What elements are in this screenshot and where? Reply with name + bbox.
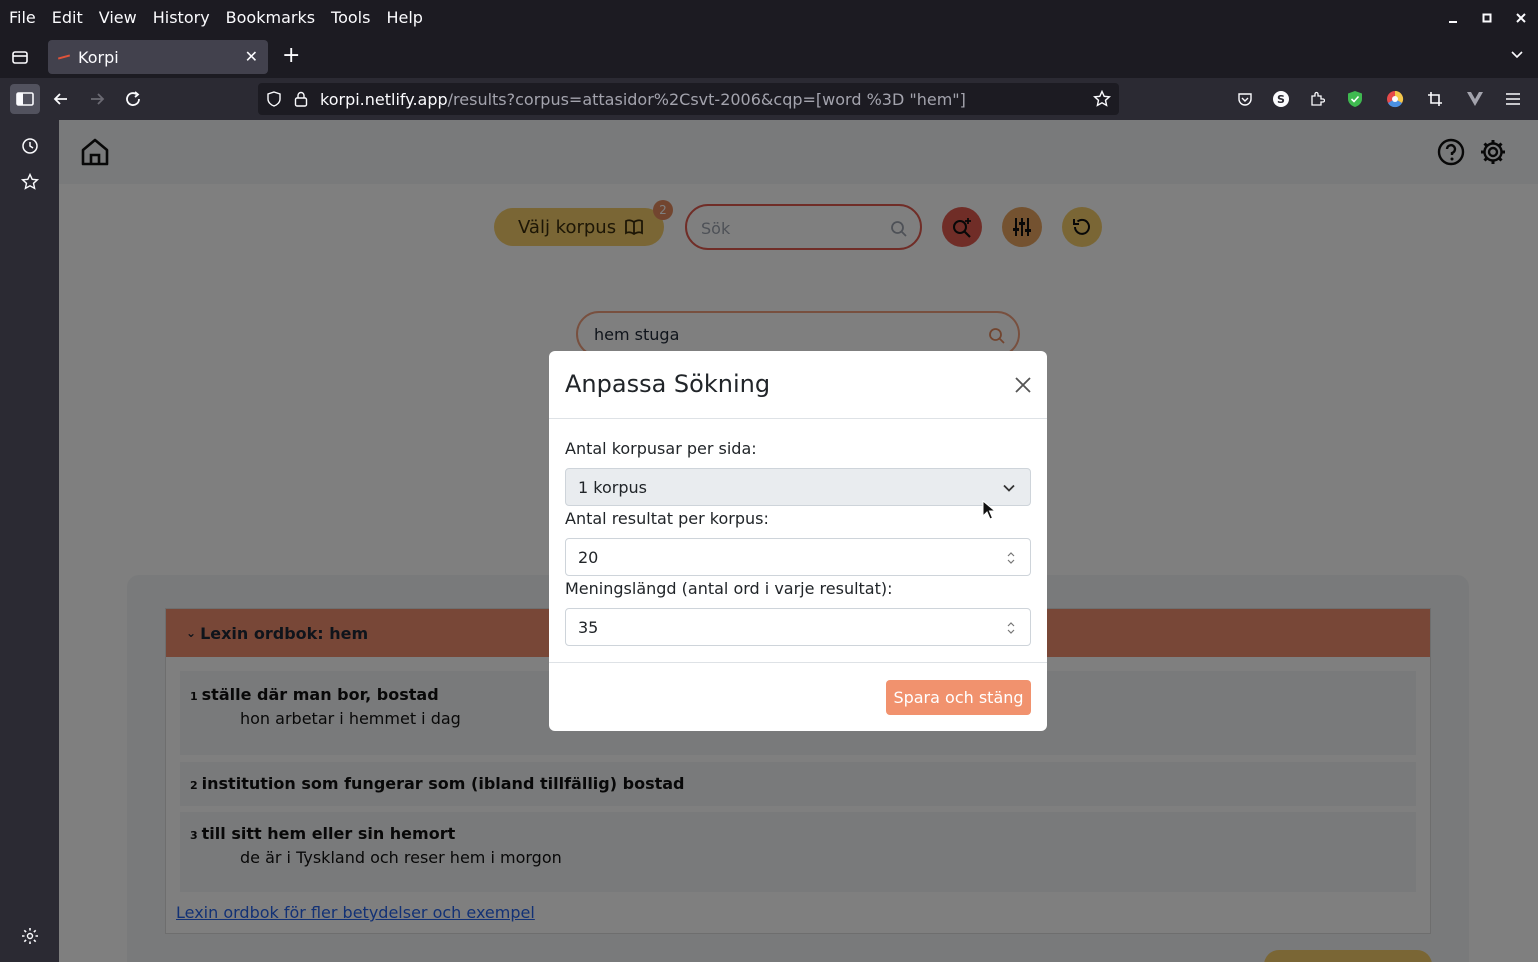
extension-s-icon[interactable]: S [1270, 88, 1292, 110]
forward-icon[interactable] [86, 88, 108, 110]
results-per-corpus-label: Antal resultat per korpus: [565, 509, 769, 528]
nav-bar: korpi.netlify.app/results?corpus=attasid… [0, 78, 1538, 120]
bookmarks-star-icon[interactable] [20, 172, 40, 192]
bookmark-star-icon[interactable] [1093, 90, 1111, 108]
tab-overview-icon[interactable] [10, 47, 30, 67]
new-tab-icon[interactable]: + [282, 44, 300, 68]
sidebar-settings-gear-icon[interactable] [20, 926, 40, 946]
menu-tools[interactable]: Tools [323, 0, 378, 36]
chevron-down-icon [1003, 484, 1015, 492]
sentence-length-input[interactable]: 35 [565, 608, 1031, 646]
mouse-cursor-icon [982, 500, 996, 520]
close-icon[interactable] [1013, 375, 1033, 395]
close-tab-icon[interactable]: ✕ [245, 47, 258, 66]
extensions-puzzle-icon[interactable] [1306, 88, 1328, 110]
vue-devtools-icon[interactable] [1464, 88, 1486, 110]
menu-view[interactable]: View [91, 0, 145, 36]
number-stepper-icon[interactable] [1006, 619, 1016, 637]
url-bar[interactable]: korpi.netlify.app/results?corpus=attasid… [258, 83, 1119, 115]
sentence-length-value: 35 [578, 618, 599, 637]
shield-icon[interactable] [266, 91, 282, 107]
menu-help[interactable]: Help [378, 0, 430, 36]
color-wheel-icon[interactable] [1384, 88, 1406, 110]
customize-search-modal: Anpassa Sökning Antal korpusar per sida:… [549, 351, 1047, 731]
svg-text:S: S [1277, 93, 1285, 106]
tab-strip: Korpi ✕ + [0, 36, 1538, 78]
menu-file[interactable]: File [0, 0, 44, 36]
results-per-corpus-input[interactable]: 20 [565, 538, 1031, 576]
menu-history[interactable]: History [145, 0, 218, 36]
history-clock-icon[interactable] [20, 136, 40, 156]
crop-icon[interactable] [1424, 88, 1446, 110]
close-window-icon[interactable] [1504, 0, 1538, 36]
hamburger-menu-icon[interactable] [1502, 88, 1524, 110]
sentence-length-label: Meningslängd (antal ord i varje resultat… [565, 579, 893, 598]
corpora-per-page-value: 1 korpus [578, 478, 647, 497]
browser-sidebar [0, 120, 59, 962]
shield-check-icon[interactable] [1344, 88, 1366, 110]
save-and-close-button[interactable]: Spara och stäng [886, 680, 1031, 715]
lock-icon[interactable] [294, 91, 308, 107]
modal-header: Anpassa Sökning [549, 351, 1047, 419]
back-icon[interactable] [50, 88, 72, 110]
window-controls [1436, 0, 1538, 36]
url-path: /results?corpus=attasidor%2Csvt-2006&cqp… [447, 90, 966, 109]
number-stepper-icon[interactable] [1006, 549, 1016, 567]
pocket-icon[interactable] [1234, 88, 1256, 110]
menu-edit[interactable]: Edit [44, 0, 91, 36]
modal-title: Anpassa Sökning [565, 370, 771, 398]
url-host: korpi.netlify.app [320, 90, 448, 109]
maximize-icon[interactable] [1470, 0, 1504, 36]
modal-footer-divider [549, 662, 1047, 663]
results-per-corpus-value: 20 [578, 548, 599, 567]
sidebar-toggle-icon[interactable] [10, 84, 40, 114]
url-text: korpi.netlify.app/results?corpus=attasid… [320, 90, 966, 109]
minimize-icon[interactable] [1436, 0, 1470, 36]
reload-icon[interactable] [122, 88, 144, 110]
tab-korpi[interactable]: Korpi ✕ [48, 40, 268, 74]
korpi-favicon [58, 53, 70, 61]
chevron-down-icon[interactable] [1510, 48, 1524, 62]
corpora-per-page-label: Antal korpusar per sida: [565, 439, 757, 458]
corpora-per-page-select[interactable]: 1 korpus [565, 468, 1031, 506]
menubar: File Edit View History Bookmarks Tools H… [0, 0, 1538, 36]
tab-title: Korpi [78, 47, 119, 67]
menu-bookmarks[interactable]: Bookmarks [218, 0, 323, 36]
